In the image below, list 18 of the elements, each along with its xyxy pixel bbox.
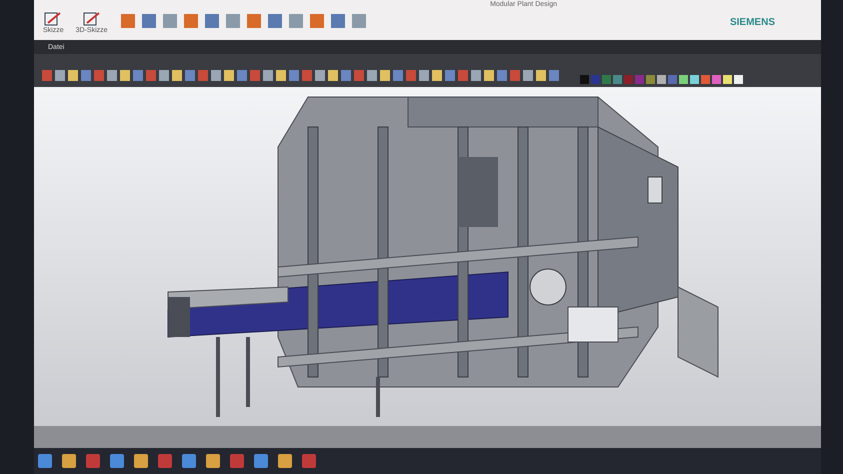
color-swatch[interactable]: [591, 75, 600, 84]
color-swatch[interactable]: [723, 75, 732, 84]
sketch-icon: [82, 10, 101, 26]
brand-logo: SIEMENS: [730, 16, 775, 28]
color-swatch[interactable]: [701, 75, 710, 84]
color-swatch[interactable]: [635, 75, 644, 84]
color-swatch[interactable]: [679, 75, 688, 84]
color-swatch[interactable]: [646, 75, 655, 84]
color-swatch[interactable]: [668, 75, 677, 84]
color-swatch[interactable]: [734, 75, 743, 84]
color-swatch[interactable]: [690, 75, 699, 84]
color-swatch[interactable]: [580, 75, 589, 84]
sketch-icon: [44, 10, 62, 26]
color-swatch[interactable]: [712, 75, 721, 84]
color-swatch[interactable]: [657, 75, 666, 84]
color-swatch[interactable]: [613, 75, 622, 84]
color-swatch[interactable]: [602, 75, 611, 84]
color-swatch[interactable]: [624, 75, 633, 84]
